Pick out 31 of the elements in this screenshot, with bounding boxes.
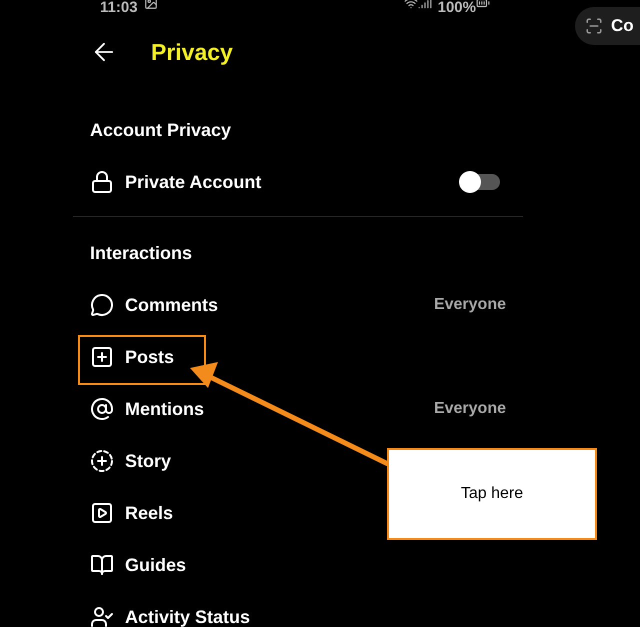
setting-label[interactable]: Reels xyxy=(125,500,174,526)
image-icon xyxy=(144,0,158,10)
book-icon xyxy=(90,553,114,577)
dashed-plus-circle-icon xyxy=(90,449,114,473)
setting-value: Everyone xyxy=(434,295,506,315)
clock-time: 11:03 xyxy=(100,0,138,16)
screen-record-pill[interactable]: Co xyxy=(575,7,640,45)
signal-icon xyxy=(418,0,432,10)
battery-icon xyxy=(476,0,490,10)
setting-label[interactable]: Mentions xyxy=(125,396,204,422)
setting-label[interactable]: Guides xyxy=(125,552,186,578)
section-heading: Account Privacy xyxy=(90,118,232,142)
user-check-icon xyxy=(90,605,114,627)
setting-label[interactable]: Comments xyxy=(125,292,218,318)
setting-label[interactable]: Activity Status xyxy=(125,604,250,627)
setting-label[interactable]: Posts xyxy=(125,344,174,370)
page-title: Privacy xyxy=(151,38,233,67)
setting-value: Everyone xyxy=(434,399,506,419)
battery-percent: 100% xyxy=(438,0,476,16)
section-heading: Interactions xyxy=(90,242,192,264)
speech-bubble-icon xyxy=(90,293,114,317)
toggle-switch[interactable] xyxy=(460,174,500,190)
lock-icon xyxy=(90,170,114,194)
setting-label[interactable]: Private Account xyxy=(125,168,262,196)
play-square-icon xyxy=(90,501,114,525)
wifi-icon xyxy=(404,0,418,10)
setting-label[interactable]: Story xyxy=(125,448,172,474)
at-sign-icon xyxy=(90,397,114,421)
callout-box: Tap here xyxy=(387,448,597,540)
scan-icon xyxy=(585,17,603,35)
plus-square-icon xyxy=(90,345,114,369)
